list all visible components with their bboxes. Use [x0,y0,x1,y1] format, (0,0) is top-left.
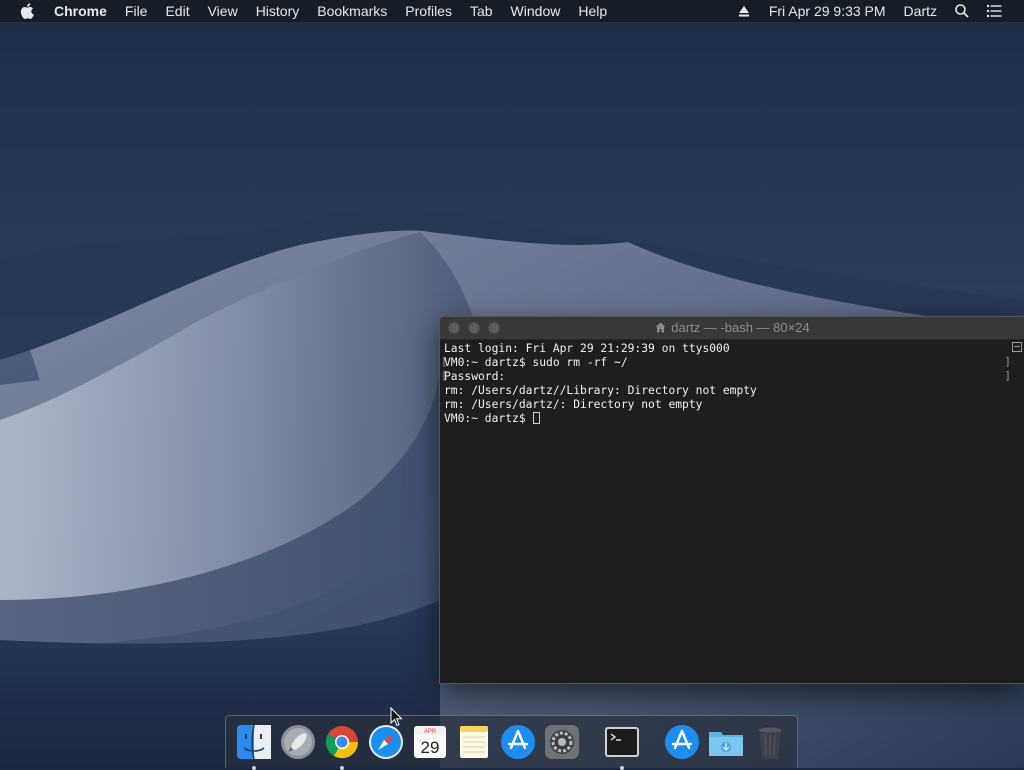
apple-icon[interactable] [20,3,34,19]
dock: APR 29 [225,715,798,770]
running-indicator [620,766,624,770]
applications-folder-icon [665,725,699,759]
terminal-line: Last login: Fri Apr 29 21:29:39 on ttys0… [444,342,730,355]
gear-icon [545,725,579,759]
terminal-scroll-area[interactable] [1009,340,1024,683]
running-indicator [252,766,256,770]
spotlight-search-icon[interactable] [954,3,970,19]
terminal-titlebar[interactable]: dartz — -bash — 80×24 [440,317,1024,340]
launchpad-rocket-icon [281,725,315,759]
menubar-clock[interactable]: Fri Apr 29 9:33 PM [760,0,895,22]
terminal-line: rm: /Users/dartz/: Directory not empty [444,398,703,411]
terminal-line: VM0:~ dartz$ sudo rm -rf ~/ [444,356,628,369]
dock-item-launchpad[interactable] [278,722,318,762]
terminal-title-text: dartz — -bash — 80×24 [671,320,810,335]
notification-center-icon[interactable] [986,3,1002,19]
text-cursor [533,412,541,424]
terminal-window[interactable]: dartz — -bash — 80×24 Last login: Fri Ap… [439,316,1024,684]
dock-item-system-preferences[interactable] [542,722,582,762]
menu-bookmarks[interactable]: Bookmarks [308,0,396,22]
dock-item-finder[interactable] [234,722,274,770]
dock-item-notes[interactable] [454,722,494,762]
trash-icon [759,727,781,759]
menu-profiles[interactable]: Profiles [396,0,461,22]
dock-item-chrome[interactable] [322,722,362,770]
app-menu-chrome[interactable]: Chrome [54,0,116,22]
finder-icon [237,724,271,760]
terminal-prompt-line: VM0:~ dartz$ [444,412,1007,426]
downloads-folder-icon [709,732,743,756]
app-store-icon [501,725,535,759]
menu-file[interactable]: File [116,0,157,22]
calendar-month: APR [424,729,437,735]
chrome-icon [325,726,359,759]
menu-edit[interactable]: Edit [156,0,198,22]
menu-history[interactable]: History [247,0,309,22]
dock-item-applications[interactable] [662,722,702,762]
split-pane-icon[interactable] [1012,342,1022,352]
menu-view[interactable]: View [199,0,247,22]
menu-tab[interactable]: Tab [461,0,502,22]
mark-bracket-icon: [ [441,355,448,368]
dock-item-safari[interactable] [366,722,406,762]
dock-item-calendar[interactable]: APR 29 [410,722,450,762]
terminal-line: Password: [444,370,506,383]
terminal-line: rm: /Users/dartz//Library: Directory not… [444,384,757,397]
dock-item-downloads[interactable] [706,722,746,762]
mark-bracket-icon: [ [441,369,448,382]
menu-window[interactable]: Window [502,0,570,22]
terminal-title: dartz — -bash — 80×24 [440,317,1024,339]
dock-item-app-store[interactable] [498,722,538,762]
dock-item-trash[interactable] [750,722,790,762]
menu-help[interactable]: Help [569,0,616,22]
menubar-user[interactable]: Dartz [895,0,946,22]
dock-item-terminal[interactable] [602,722,642,770]
terminal-icon [605,727,639,757]
menu-bar: Chrome File Edit View History Bookmarks … [0,0,1024,22]
mouse-pointer-icon [390,707,403,727]
notes-icon [460,726,488,758]
calendar-day: 29 [421,738,440,757]
calendar-icon: APR 29 [414,726,446,758]
running-indicator [340,766,344,770]
eject-icon[interactable] [736,3,752,19]
terminal-output[interactable]: Last login: Fri Apr 29 21:29:39 on ttys0… [440,340,1007,683]
home-folder-icon [655,322,666,333]
terminal-prompt: VM0:~ dartz$ [444,412,533,425]
safari-compass-icon [369,725,403,759]
